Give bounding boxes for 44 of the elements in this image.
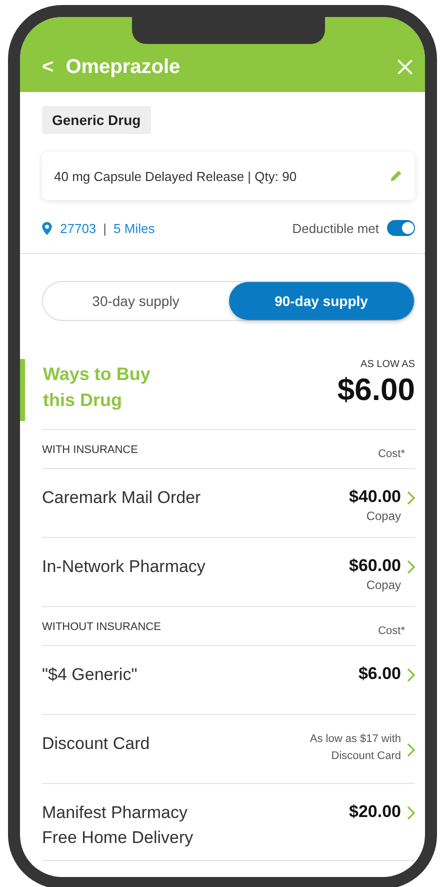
option-price: $60.00 [349, 555, 401, 577]
option-name: "$4 Generic" [42, 664, 138, 686]
chevron-right-icon [407, 491, 415, 505]
as-low-as-label: AS LOW AS [360, 359, 415, 370]
option-price: $20.00 [349, 801, 401, 823]
supply-tab[interactable]: 90-day supply [228, 282, 414, 320]
option-name: Manifest Pharmacy Free Home Delivery [42, 802, 194, 849]
purchase-option-row[interactable]: In-Network Pharmacy $60.00 Copay [42, 538, 415, 607]
pencil-icon[interactable] [389, 169, 403, 183]
purchase-option-row[interactable]: Manifest Pharmacy Free Home Delivery $20.00 [42, 784, 415, 861]
option-price: $40.00 [349, 486, 401, 508]
option-name: In-Network Pharmacy [42, 556, 206, 578]
purchase-option-row[interactable]: "$4 Generic" $6.00 [42, 646, 415, 715]
chevron-right-icon [407, 560, 415, 574]
lowest-price: $6.00 [337, 372, 415, 408]
deductible-label: Deductible met [292, 220, 379, 236]
option-name: Discount Card [42, 733, 151, 755]
price-note: Copay [366, 578, 401, 592]
chevron-right-icon [407, 668, 415, 682]
purchase-option-row[interactable]: Discount Card As low as $17 with Discount Card [42, 715, 415, 784]
price-note: As low as $17 with Discount Card [310, 732, 401, 764]
chevron-right-icon [407, 743, 415, 757]
section-heading: Ways to Buy this Drug [43, 363, 150, 412]
cost-label: Cost* [378, 448, 405, 460]
location-pin-icon [42, 222, 52, 234]
cost-label: Cost* [378, 625, 405, 637]
deductible-toggle[interactable] [387, 220, 415, 236]
group-heading: WITH INSURANCE [42, 444, 138, 458]
group-heading: WITHOUT INSURANCE [42, 621, 161, 635]
dosage-card[interactable]: 40 mg Capsule Delayed Release | Qty: 90 [42, 152, 415, 200]
drug-type-tag: Generic Drug [42, 106, 151, 134]
chevron-right-icon [407, 806, 415, 820]
close-icon[interactable] [397, 59, 413, 75]
distance-link[interactable]: 5 Miles [114, 220, 155, 236]
screen-title: Omeprazole [66, 56, 182, 79]
supply-tab[interactable]: 30-day supply [43, 282, 228, 320]
purchase-option-row[interactable]: Caremark Mail Order $40.00 Copay [42, 469, 415, 538]
dosage-text: 40 mg Capsule Delayed Release | Qty: 90 [54, 168, 298, 184]
separator-text: | [103, 220, 107, 236]
option-price: $6.00 [358, 663, 401, 685]
accent-bar [20, 359, 25, 421]
price-note: Copay [366, 509, 401, 523]
zip-code-link[interactable]: 27703 [60, 220, 96, 236]
option-name: Caremark Mail Order [42, 487, 202, 509]
